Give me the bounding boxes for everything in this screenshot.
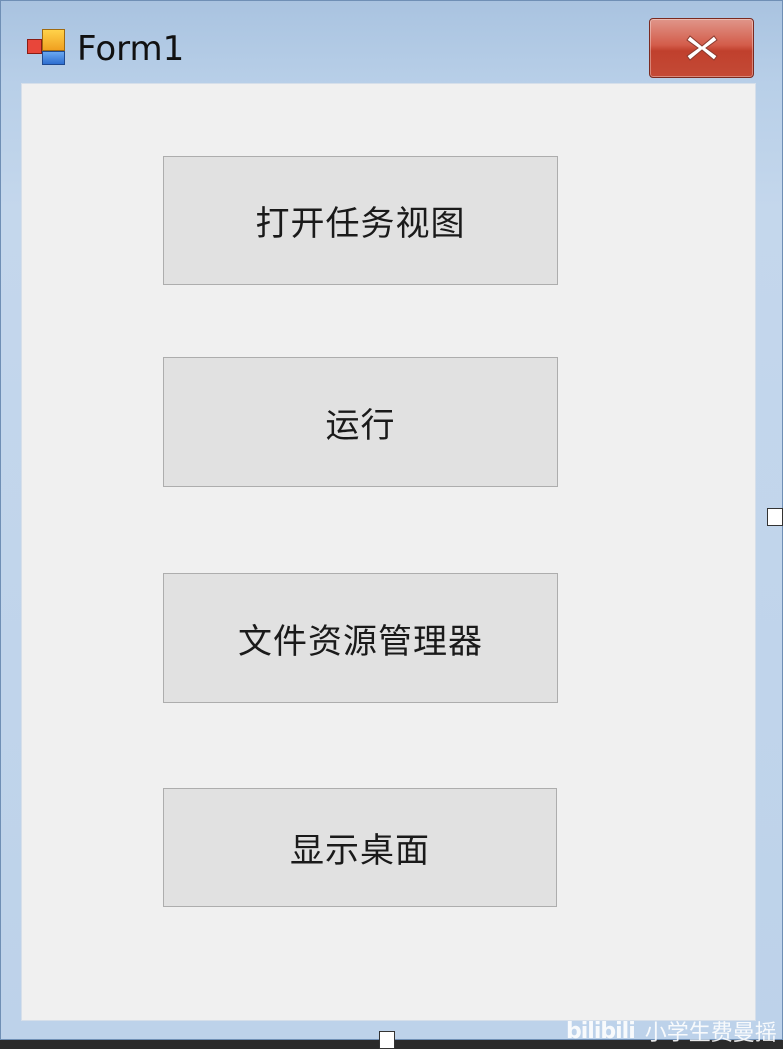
resize-handle-right[interactable]	[767, 508, 783, 526]
run-button[interactable]: 运行	[163, 357, 558, 487]
close-button[interactable]	[649, 18, 754, 78]
resize-handle-bottom[interactable]	[379, 1031, 395, 1049]
title-bar[interactable]: Form1	[1, 1, 783, 83]
file-explorer-button[interactable]: 文件资源管理器	[163, 573, 558, 703]
window-title: Form1	[77, 29, 185, 69]
watermark-text: 小学生费曼摇	[644, 1021, 777, 1046]
watermark: bilibili 小学生费曼摇	[566, 1015, 777, 1047]
form-client-area: 打开任务视图 运行 文件资源管理器 显示桌面	[21, 83, 756, 1021]
close-x-icon	[686, 35, 718, 61]
form-window: Form1 打开任务视图 运行 文件资源管理器 显示桌面	[0, 0, 783, 1040]
bilibili-logo: bilibili	[566, 1018, 636, 1044]
open-task-view-button[interactable]: 打开任务视图	[163, 156, 558, 285]
app-icon	[27, 29, 67, 67]
show-desktop-button[interactable]: 显示桌面	[163, 788, 557, 907]
